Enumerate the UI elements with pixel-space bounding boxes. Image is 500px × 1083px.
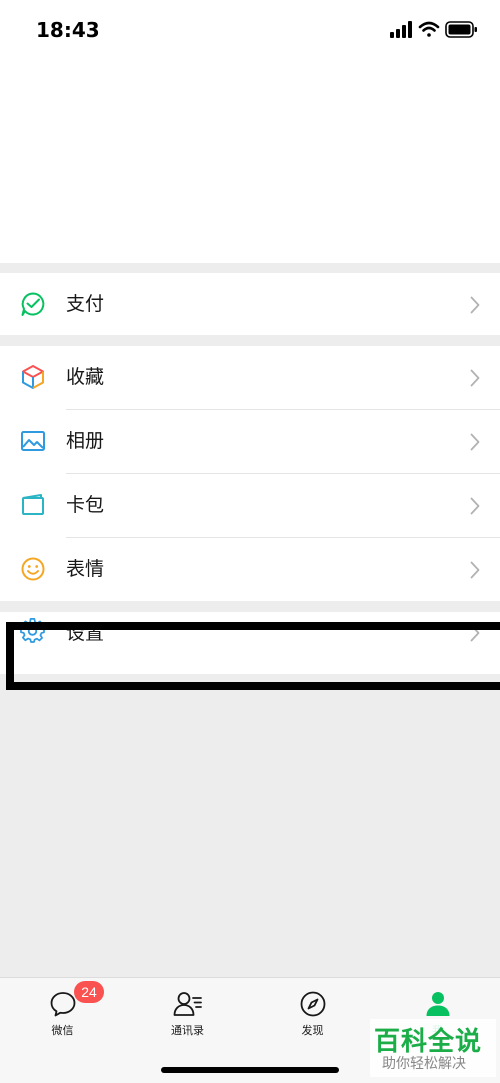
chat-bubble-icon	[50, 992, 75, 1017]
chevron-right-icon	[470, 497, 480, 515]
menu-label-pay: 支付	[66, 293, 105, 315]
card-wallet-icon	[22, 494, 44, 515]
compass-icon	[300, 991, 325, 1017]
album-picture-icon	[21, 431, 45, 451]
person-icon	[426, 992, 449, 1016]
tab-label-contacts: 通讯录	[171, 1024, 204, 1037]
favorites-cube-icon	[22, 365, 44, 389]
home-indicator[interactable]	[161, 1067, 339, 1073]
section-services: 收藏 相册 卡包 表情	[0, 346, 500, 601]
menu-item-pay[interactable]: 支付	[0, 273, 500, 335]
battery-icon	[445, 21, 477, 38]
menu-item-stickers[interactable]: 表情	[0, 538, 500, 602]
tab-label-chats: 微信	[51, 1024, 74, 1037]
menu-label-stickers: 表情	[66, 558, 105, 580]
tab-label-discover: 发现	[301, 1024, 324, 1037]
status-icons	[390, 20, 478, 40]
status-bar: 18:43	[0, 0, 500, 62]
highlight-annotation-box	[6, 622, 500, 690]
cellular-signal-icon	[390, 21, 412, 38]
section-pay: 支付	[0, 273, 500, 335]
status-time: 18:43	[36, 18, 100, 42]
chevron-right-icon	[470, 433, 480, 451]
menu-item-album[interactable]: 相册	[0, 410, 500, 474]
profile-header[interactable]	[0, 62, 500, 263]
contacts-icon	[173, 992, 202, 1016]
menu-item-cards[interactable]: 卡包	[0, 474, 500, 538]
watermark-logo: 百科全说 助你轻松解决	[370, 1019, 496, 1077]
chevron-right-icon	[470, 369, 480, 387]
menu-label-favorites: 收藏	[66, 366, 105, 388]
menu-item-favorites[interactable]: 收藏	[0, 346, 500, 410]
wifi-icon	[418, 21, 440, 37]
smiley-face-icon	[21, 557, 45, 581]
chevron-right-icon	[470, 561, 480, 579]
menu-label-cards: 卡包	[66, 494, 105, 516]
watermark-subtitle: 助你轻松解决	[382, 1056, 466, 1072]
pay-icon	[21, 292, 45, 316]
tab-contacts[interactable]: 通讯录	[125, 978, 250, 1048]
chevron-right-icon	[470, 296, 480, 314]
tab-discover[interactable]: 发现	[250, 978, 375, 1048]
unread-badge: 24	[74, 981, 104, 1003]
tab-chats[interactable]: 微信 24	[0, 978, 125, 1048]
menu-label-album: 相册	[66, 430, 105, 452]
